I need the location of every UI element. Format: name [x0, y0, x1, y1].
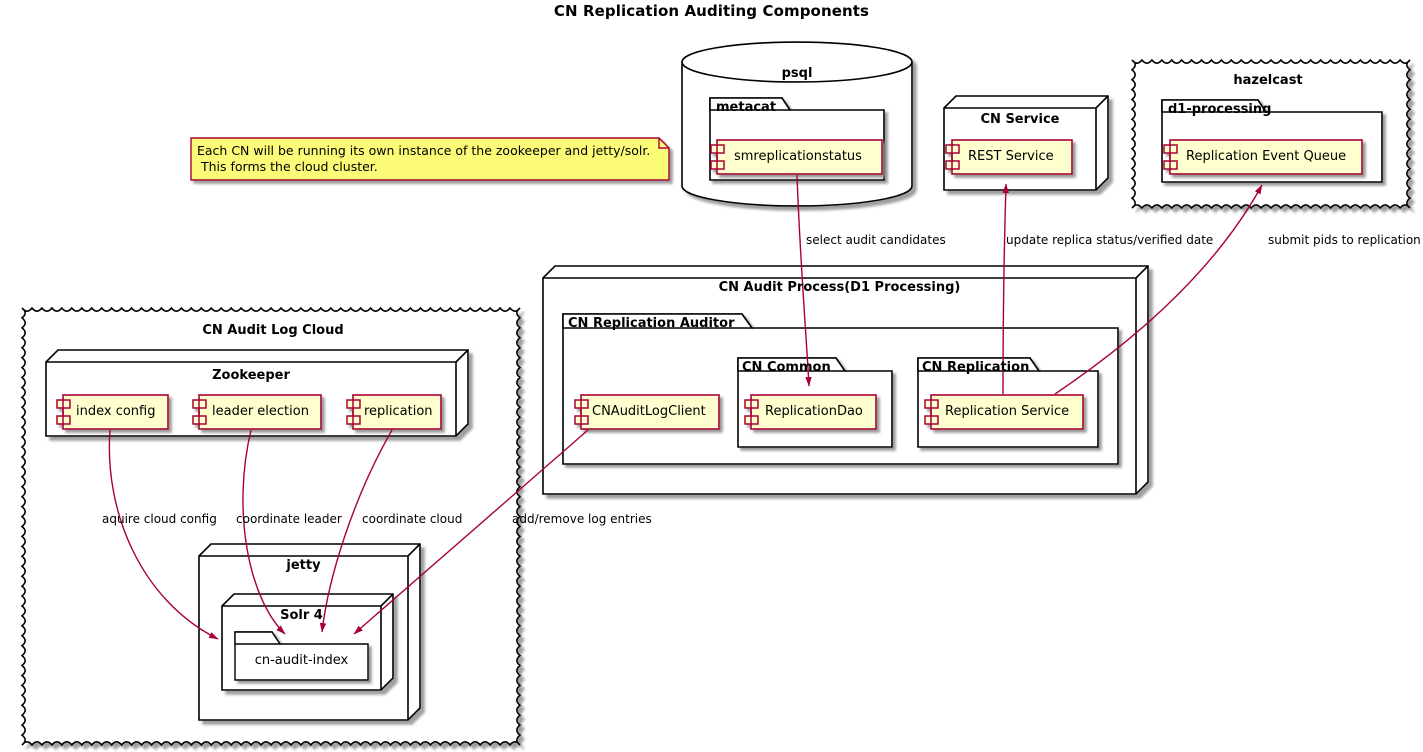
edge-add-remove-log-entries [353, 429, 589, 635]
edge-label-add-remove-log-entries: add/remove log entries [512, 512, 652, 526]
component-label-replication[interactable]: replication [364, 404, 433, 419]
node-title-cn-audit-log-cloud: CN Audit Log Cloud [202, 323, 344, 338]
node-title-solr4: Solr 4 [280, 608, 323, 623]
edge-label-aquire-cloud-config: aquire cloud config [102, 512, 217, 526]
node-title-cn-audit-process: CN Audit Process(D1 Processing) [718, 280, 961, 295]
node-title-hazelcast: hazelcast [1233, 73, 1303, 88]
note-line-1: Each CN will be running its own instance… [197, 143, 651, 158]
package-title-metacat: metacat [716, 100, 777, 115]
component-label-index-config[interactable]: index config [76, 404, 155, 419]
component-label-replication-service[interactable]: Replication Service [945, 404, 1069, 419]
component-label-cnauditlogclient[interactable]: CNAuditLogClient [592, 404, 706, 419]
component-label-smreplicationstatus[interactable]: smreplicationstatus [734, 149, 862, 164]
edge-aquire-cloud-config [108, 429, 219, 640]
edge-label-coordinate-cloud: coordinate cloud [362, 512, 463, 526]
edge-coordinate-leader [242, 429, 286, 635]
edge-label-update-replica-status: update replica status/verified date [1006, 233, 1214, 247]
package-title-d1-processing: d1-processing [1168, 102, 1272, 117]
package-title-cn-common: CN Common [742, 360, 831, 375]
edge-label-select-audit-candidates: select audit candidates [806, 233, 946, 247]
package-title-cn-replication-auditor: CN Replication Auditor [568, 316, 735, 331]
folder-label-cn-audit-index: cn-audit-index [254, 653, 349, 668]
package-title-cn-replication: CN Replication [922, 360, 1030, 375]
component-label-replicationdao[interactable]: ReplicationDao [765, 404, 863, 419]
diagram-canvas: CN Replication Auditing Components Each … [0, 0, 1423, 752]
component-label-leader-election[interactable]: leader election [212, 404, 309, 419]
note-line-2: This forms the cloud cluster. [197, 159, 378, 174]
edge-label-coordinate-leader: coordinate leader [236, 512, 342, 526]
node-cn-service [943, 95, 1109, 191]
folder-cn-replication-auditor [562, 313, 1119, 465]
node-title-cn-service: CN Service [980, 112, 1060, 127]
component-label-replication-event-queue[interactable]: Replication Event Queue [1186, 149, 1346, 164]
node-zookeeper [45, 349, 469, 437]
node-title-zookeeper: Zookeeper [212, 368, 290, 383]
component-label-rest-service[interactable]: REST Service [968, 149, 1054, 164]
node-title-jetty: jetty [286, 558, 321, 573]
edge-coordinate-cloud [319, 429, 393, 633]
node-cn-audit-process [542, 265, 1149, 495]
edge-label-submit-pids: submit pids to replication [1268, 233, 1421, 247]
diagram-title: CN Replication Auditing Components [553, 2, 870, 20]
node-title-psql: psql [781, 66, 813, 81]
